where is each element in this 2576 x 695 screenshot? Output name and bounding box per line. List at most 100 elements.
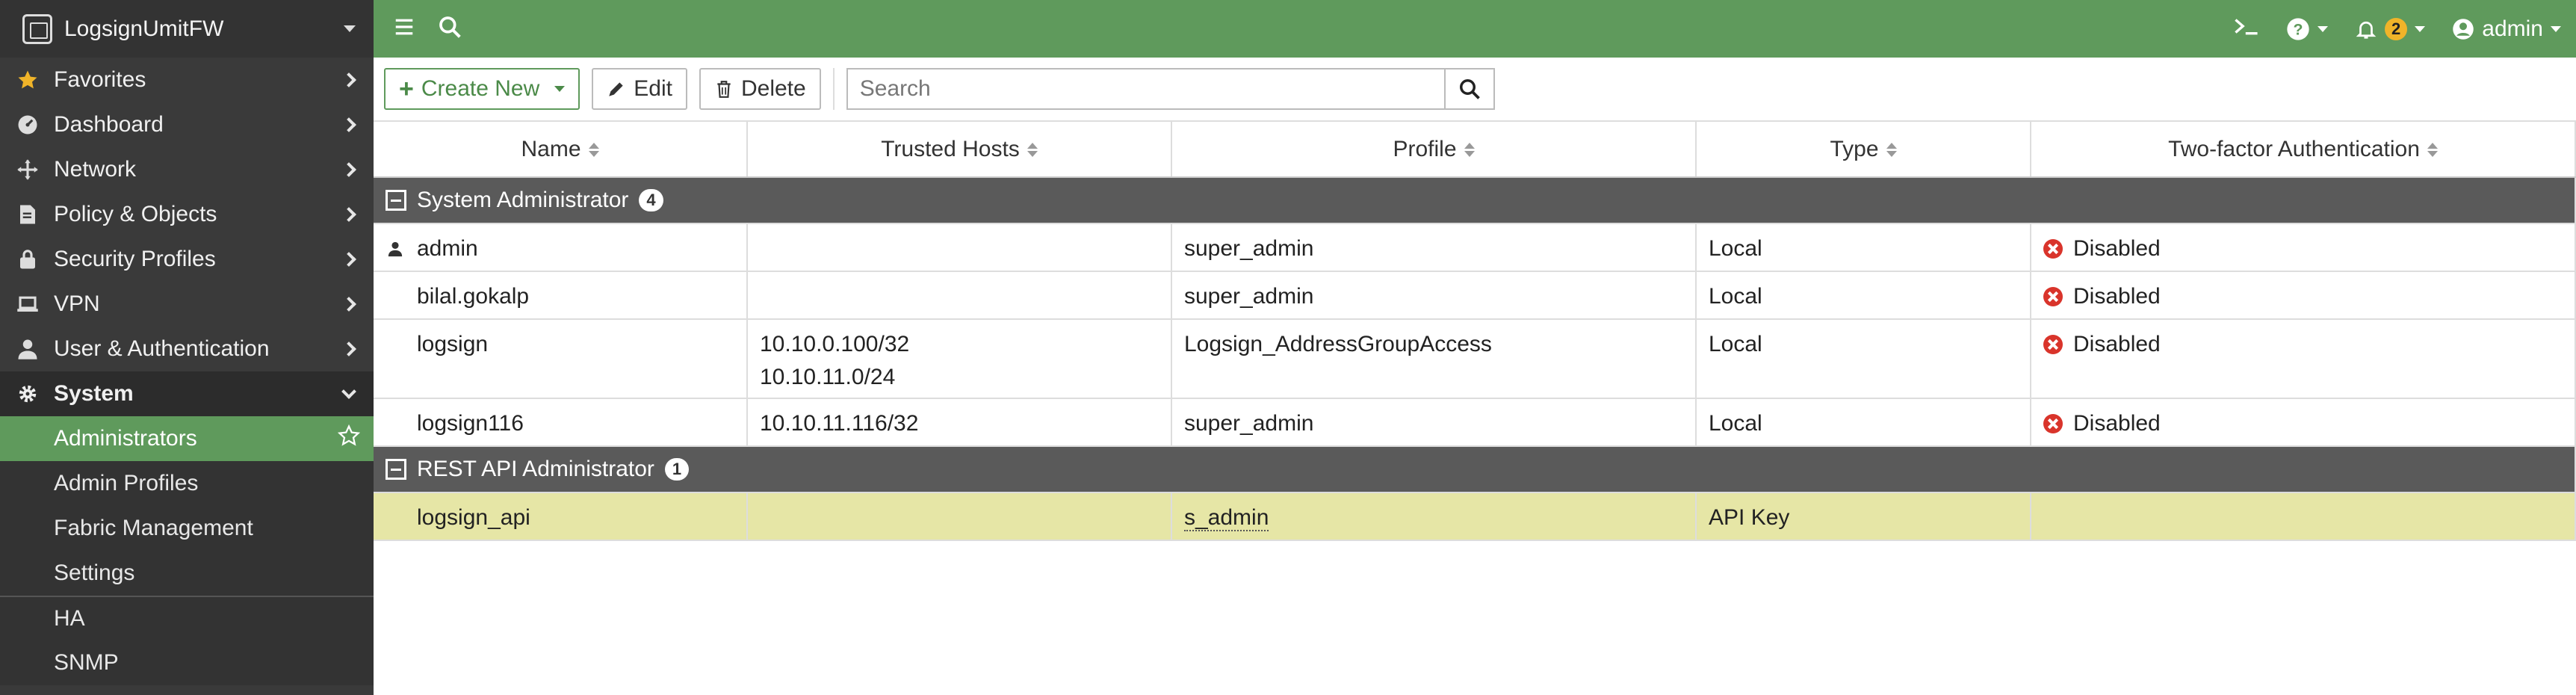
user-name: admin bbox=[2482, 16, 2543, 41]
sidebar-item-user-authentication[interactable]: User & Authentication bbox=[0, 327, 374, 371]
sidebar-item-settings[interactable]: Settings bbox=[0, 551, 374, 596]
chevron-down-icon bbox=[2318, 25, 2329, 32]
network-icon bbox=[15, 157, 40, 182]
create-new-button[interactable]: + Create New bbox=[384, 68, 580, 110]
sidebar-item-label: System bbox=[54, 381, 134, 406]
cell-trusted-host: 10.10.11.116/32 bbox=[760, 411, 919, 436]
notification-badge: 2 bbox=[2385, 17, 2408, 40]
chevron-down-icon bbox=[2551, 25, 2561, 32]
table-row[interactable]: admin super_admin Local Disabled bbox=[374, 223, 2576, 272]
cell-name: logsign_api bbox=[417, 505, 530, 530]
device-logo-icon bbox=[22, 13, 52, 44]
cell-trusted-host: 10.10.0.100/32 bbox=[760, 332, 910, 356]
sidebar-item-security-profiles[interactable]: Security Profiles bbox=[0, 237, 374, 282]
delete-button[interactable]: Delete bbox=[699, 68, 821, 110]
sidebar-item-administrators[interactable]: Administrators bbox=[0, 416, 374, 461]
collapse-icon[interactable] bbox=[386, 459, 406, 480]
chevron-right-icon bbox=[341, 342, 356, 356]
menu-icon[interactable] bbox=[393, 16, 415, 42]
chevron-right-icon bbox=[341, 162, 356, 177]
pencil-icon bbox=[609, 82, 623, 96]
administrators-table: Name Trusted Hosts Profile Type Two-fact… bbox=[374, 122, 2576, 541]
group-label: REST API Administrator bbox=[417, 457, 654, 481]
column-label: Profile bbox=[1393, 136, 1457, 161]
device-name: LogsignUmitFW bbox=[64, 16, 224, 41]
laptop-icon bbox=[15, 291, 40, 317]
cell-two-factor: Disabled bbox=[2073, 411, 2161, 436]
sort-icon bbox=[588, 143, 599, 158]
group-row-rest-api-administrator[interactable]: REST API Administrator 1 bbox=[374, 446, 2576, 493]
cell-profile: super_admin bbox=[1184, 284, 1314, 309]
sidebar-item-label: Dashboard bbox=[54, 112, 164, 137]
sidebar-item-label: HA bbox=[54, 606, 85, 631]
user-menu[interactable]: admin bbox=[2452, 16, 2561, 42]
table-row[interactable]: bilal.gokalp super_admin Local Disabled bbox=[374, 271, 2576, 320]
dashboard-icon bbox=[15, 112, 40, 138]
search-input[interactable] bbox=[846, 68, 1444, 110]
sort-icon bbox=[1886, 143, 1897, 158]
cell-profile: super_admin bbox=[1184, 411, 1314, 436]
search-icon bbox=[1459, 79, 1480, 99]
column-header-trusted-hosts[interactable]: Trusted Hosts bbox=[747, 122, 1172, 178]
search-button[interactable] bbox=[1443, 68, 1495, 110]
table-row-selected[interactable]: logsign_api s_admin API Key bbox=[374, 492, 2576, 541]
sort-icon bbox=[1027, 143, 1038, 158]
column-header-name[interactable]: Name bbox=[374, 122, 748, 178]
column-header-two-factor[interactable]: Two-factor Authentication bbox=[2031, 122, 2576, 178]
sidebar-item-label: Fabric Management bbox=[54, 516, 253, 540]
cell-type: API Key bbox=[1709, 505, 1790, 530]
table-row[interactable]: logsign 10.10.0.100/32 10.10.11.0/24 Logs… bbox=[374, 319, 2576, 399]
sidebar-item-label: Security Profiles bbox=[54, 247, 216, 271]
cell-name: logsign bbox=[417, 332, 489, 356]
cell-type: Local bbox=[1709, 236, 1762, 261]
cli-console-icon[interactable] bbox=[2234, 15, 2259, 43]
star-outline-icon[interactable] bbox=[337, 424, 361, 453]
cell-type: Local bbox=[1709, 284, 1762, 309]
sidebar-item-system[interactable]: System bbox=[0, 371, 374, 416]
sidebar-item-favorites[interactable]: Favorites bbox=[0, 58, 374, 102]
cell-type: Local bbox=[1709, 411, 1762, 436]
sidebar-item-admin-profiles[interactable]: Admin Profiles bbox=[0, 461, 374, 506]
sidebar-item-vpn[interactable]: VPN bbox=[0, 282, 374, 327]
chevron-right-icon bbox=[341, 297, 356, 312]
main-content: ? 2 admin + Create New Edit Delete Searc… bbox=[374, 0, 2576, 695]
notifications-menu[interactable]: 2 bbox=[2355, 17, 2426, 40]
group-label: System Administrator bbox=[417, 188, 629, 212]
disabled-icon bbox=[2043, 414, 2063, 433]
cell-profile: super_admin bbox=[1184, 236, 1314, 261]
collapse-icon[interactable] bbox=[386, 190, 406, 211]
sidebar-item-dashboard[interactable]: Dashboard bbox=[0, 102, 374, 147]
sidebar-item-policy-objects[interactable]: Policy & Objects bbox=[0, 192, 374, 237]
cell-two-factor: Disabled bbox=[2073, 236, 2161, 261]
edit-label: Edit bbox=[634, 76, 672, 101]
chevron-right-icon bbox=[341, 252, 356, 267]
column-label: Two-factor Authentication bbox=[2168, 136, 2420, 161]
edit-button[interactable]: Edit bbox=[592, 68, 687, 110]
column-header-type[interactable]: Type bbox=[1696, 122, 2031, 178]
svg-text:?: ? bbox=[2294, 20, 2303, 38]
sort-icon bbox=[1464, 143, 1475, 158]
search-icon[interactable] bbox=[438, 15, 462, 43]
toolbar: + Create New Edit Delete bbox=[374, 58, 2576, 122]
sidebar-item-label: SNMP bbox=[54, 650, 119, 675]
top-bar: ? 2 admin bbox=[374, 0, 2576, 58]
sidebar-item-ha[interactable]: HA bbox=[0, 596, 374, 640]
chevron-right-icon bbox=[341, 117, 356, 132]
disabled-icon bbox=[2043, 335, 2063, 354]
help-icon: ? bbox=[2287, 17, 2309, 40]
table-row[interactable]: logsign116 10.10.11.116/32 super_admin L… bbox=[374, 398, 2576, 447]
column-label: Name bbox=[521, 136, 581, 161]
sidebar-item-network[interactable]: Network bbox=[0, 147, 374, 192]
cell-profile: Logsign_AddressGroupAccess bbox=[1184, 332, 1492, 356]
cell-profile[interactable]: s_admin bbox=[1184, 505, 1269, 531]
search-box bbox=[846, 68, 1495, 110]
sidebar-item-fabric-management[interactable]: Fabric Management bbox=[0, 506, 374, 551]
column-header-profile[interactable]: Profile bbox=[1171, 122, 1697, 178]
gear-icon bbox=[15, 381, 40, 407]
device-selector[interactable]: LogsignUmitFW bbox=[0, 0, 374, 58]
group-row-system-administrator[interactable]: System Administrator 4 bbox=[374, 177, 2576, 224]
table-header-row: Name Trusted Hosts Profile Type Two-fact… bbox=[374, 122, 2576, 178]
sidebar-item-label: Policy & Objects bbox=[54, 202, 217, 226]
help-menu[interactable]: ? bbox=[2286, 17, 2329, 41]
sidebar-item-snmp[interactable]: SNMP bbox=[0, 640, 374, 685]
